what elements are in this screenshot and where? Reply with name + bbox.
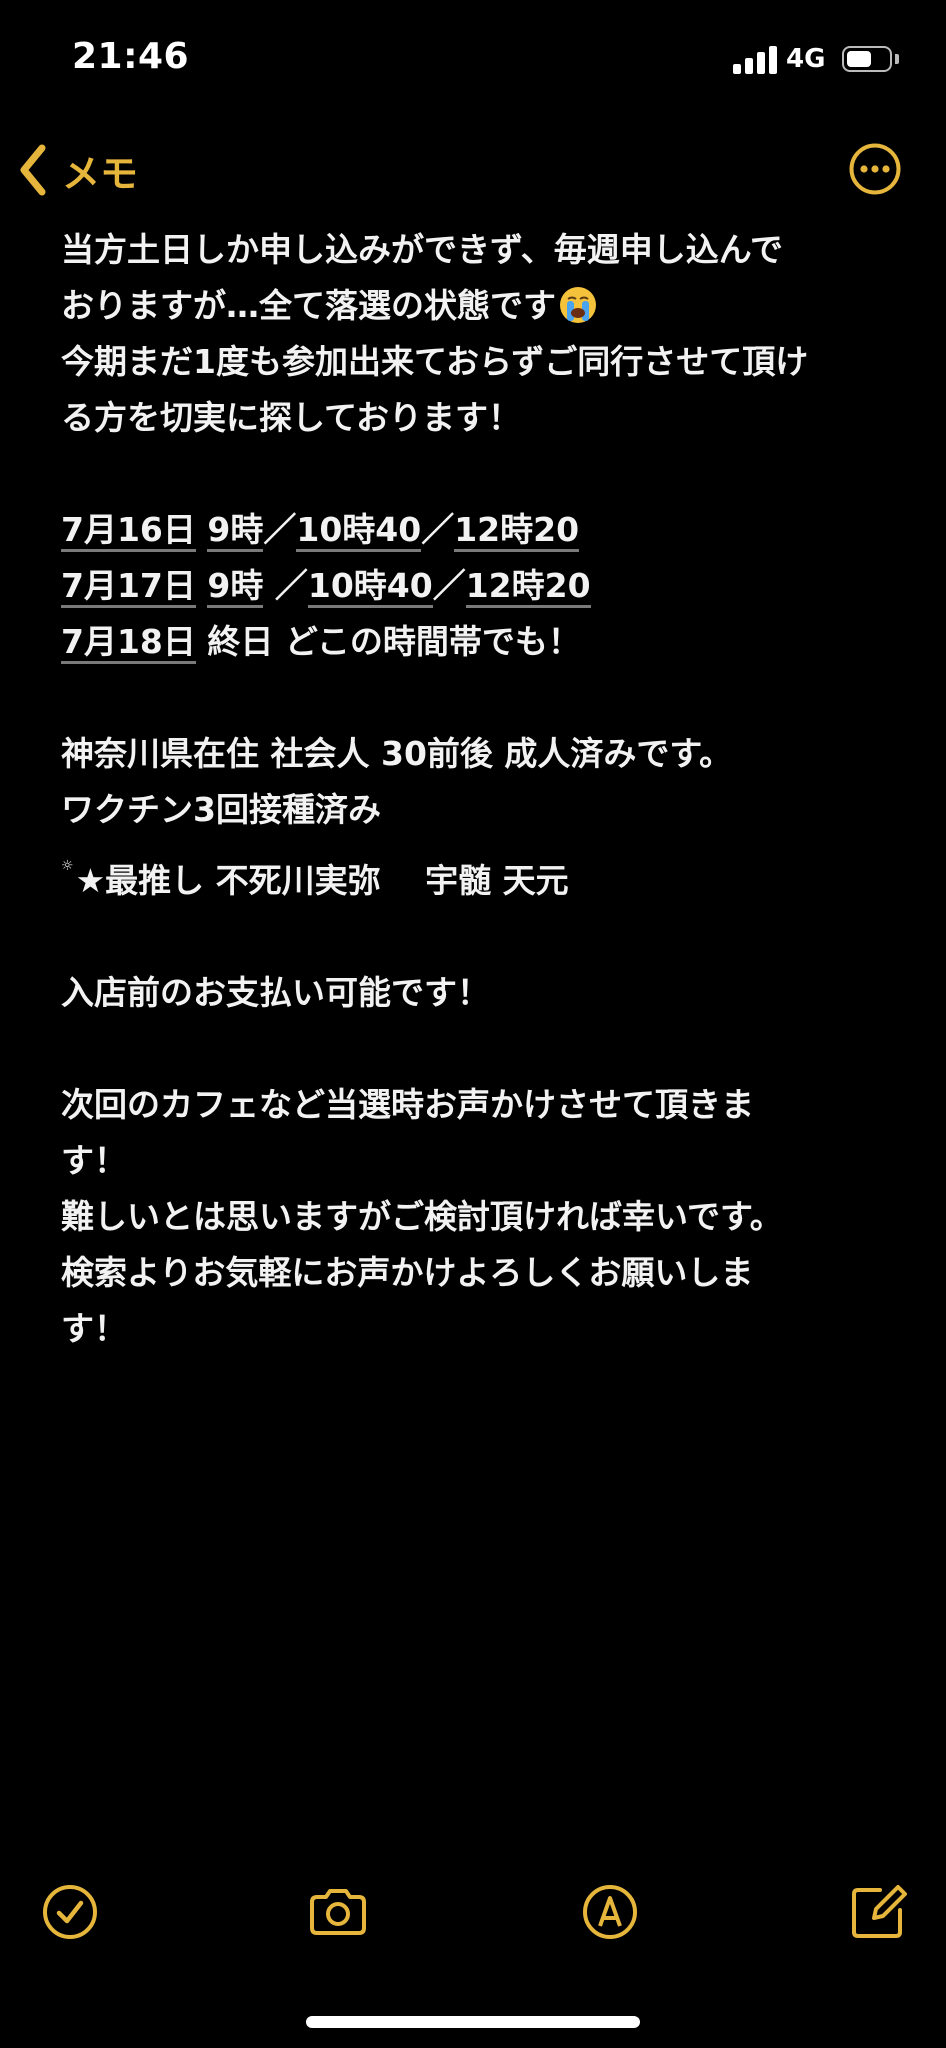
note-text: す！	[61, 1141, 127, 1180]
date-link[interactable]: 7月16日	[61, 510, 196, 552]
separator: ／	[263, 510, 297, 549]
time-link[interactable]: 9時	[207, 566, 264, 608]
schedule-line: 7月17日 9時 ／10時40／12時20	[61, 558, 891, 614]
chevron-left-icon	[20, 144, 46, 196]
date-link[interactable]: 7月17日	[61, 566, 196, 608]
note-text: 神奈川県在住 社会人 30前後 成人済みです。	[61, 734, 733, 773]
markup-pen-icon	[583, 1885, 637, 1939]
note-line: 検索よりお気軽にお声かけよろしくお願いしま	[61, 1245, 891, 1301]
note-body[interactable]: 当方土日しか申し込みができず、毎週申し込んで おりますが…全て落選の状態です 今…	[61, 222, 891, 1357]
nav-bar: メモ	[0, 130, 946, 210]
home-indicator[interactable]	[306, 2016, 640, 2028]
time-link[interactable]: 12時20	[454, 510, 580, 552]
battery-tip	[895, 54, 899, 64]
schedule-line: 7月18日 終日 どこの時間帯でも！	[61, 614, 891, 670]
note-text: ワクチン3回接種済み	[61, 790, 381, 829]
status-bar: 21:46 4G	[0, 0, 946, 120]
note-text: る方を切実に探しております！	[61, 398, 522, 437]
note-line: す！	[61, 1301, 891, 1357]
note-text: 検索よりお気軽にお声かけよろしくお願いしま	[61, 1253, 754, 1292]
note-line: 今期まだ1度も参加出来ておらずご同行させて頂け	[61, 334, 891, 390]
cellular-signal-icon	[733, 46, 779, 74]
note-line: ☼★最推し 不死川実弥 宇髄 天元	[61, 838, 891, 909]
ellipsis-circle-icon	[849, 143, 901, 195]
back-label: メモ	[62, 151, 139, 196]
note-line: 神奈川県在住 社会人 30前後 成人済みです。	[61, 726, 891, 782]
separator: ／	[432, 566, 466, 605]
checklist-button[interactable]	[38, 1880, 102, 1944]
note-text: 終日 どこの時間帯でも！	[207, 622, 581, 661]
note-text: おりますが…全て落選の状態です	[61, 286, 556, 325]
compose-button[interactable]	[846, 1880, 910, 1944]
crying-face-icon	[560, 287, 596, 323]
checklist-icon	[43, 1885, 97, 1939]
back-button[interactable]: メモ	[18, 140, 138, 200]
note-text: 次回のカフェなど当選時お声かけさせて頂きま	[61, 1085, 754, 1124]
more-button[interactable]	[848, 142, 902, 196]
note-line: る方を切実に探しております！	[61, 390, 891, 446]
note-line: おりますが…全て落選の状態です	[61, 278, 891, 334]
time-link[interactable]: 10時40	[296, 510, 422, 552]
camera-icon	[310, 1889, 366, 1935]
note-text: す！	[61, 1309, 127, 1348]
time-link[interactable]: 12時20	[465, 566, 591, 608]
note-line: 難しいとは思いますがご検討頂ければ幸いです。	[61, 1189, 891, 1245]
note-line: ワクチン3回接種済み	[61, 782, 891, 838]
date-link[interactable]: 7月18日	[61, 622, 196, 664]
separator: ／	[274, 566, 308, 605]
markup-button[interactable]	[578, 1880, 642, 1944]
small-star-glyph: ☼	[61, 858, 74, 874]
note-line: 当方土日しか申し込みができず、毎週申し込んで	[61, 222, 891, 278]
status-time: 21:46	[72, 36, 190, 77]
note-text: 難しいとは思いますがご検討頂ければ幸いです。	[61, 1197, 783, 1236]
note-text: ★最推し 不死川実弥 宇髄 天元	[75, 861, 569, 900]
note-text: 今期まだ1度も参加出来ておらずご同行させて頂け	[61, 342, 809, 381]
network-type: 4G	[786, 44, 826, 74]
note-text: 入店前のお支払い可能です！	[61, 973, 490, 1012]
note-text: 当方土日しか申し込みができず、毎週申し込んで	[61, 230, 784, 269]
note-line: 次回のカフェなど当選時お声かけさせて頂きま	[61, 1077, 891, 1133]
camera-button[interactable]	[306, 1880, 370, 1944]
schedule-line: 7月16日 9時／10時40／12時20	[61, 502, 891, 558]
note-line: す！	[61, 1133, 891, 1189]
compose-icon	[852, 1885, 907, 1938]
separator: ／	[421, 510, 455, 549]
time-link[interactable]: 9時	[207, 510, 264, 552]
time-link[interactable]: 10時40	[307, 566, 433, 608]
battery-icon	[842, 46, 892, 72]
battery-level	[847, 51, 871, 67]
bottom-toolbar	[0, 1880, 946, 1950]
note-line: 入店前のお支払い可能です！	[61, 965, 891, 1021]
